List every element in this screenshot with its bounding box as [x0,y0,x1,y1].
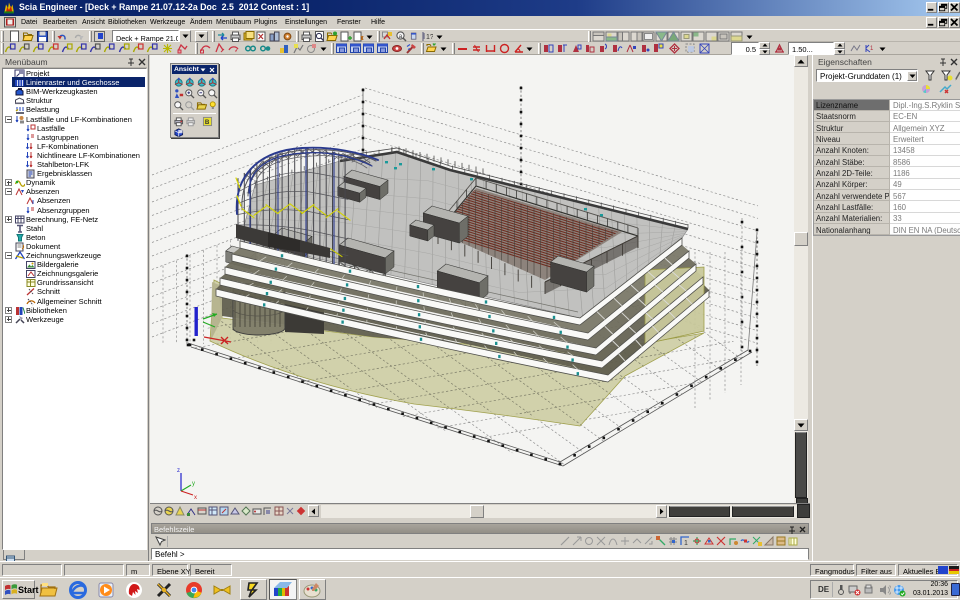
svg-text:x: x [194,495,197,501]
svg-text:1: 1 [870,46,874,52]
svg-text:1: 1 [684,540,688,547]
svg-text:z: z [177,468,180,474]
svg-text:y: y [192,481,195,487]
svg-text:1?: 1? [426,34,433,41]
svg-text:B: B [205,119,210,126]
